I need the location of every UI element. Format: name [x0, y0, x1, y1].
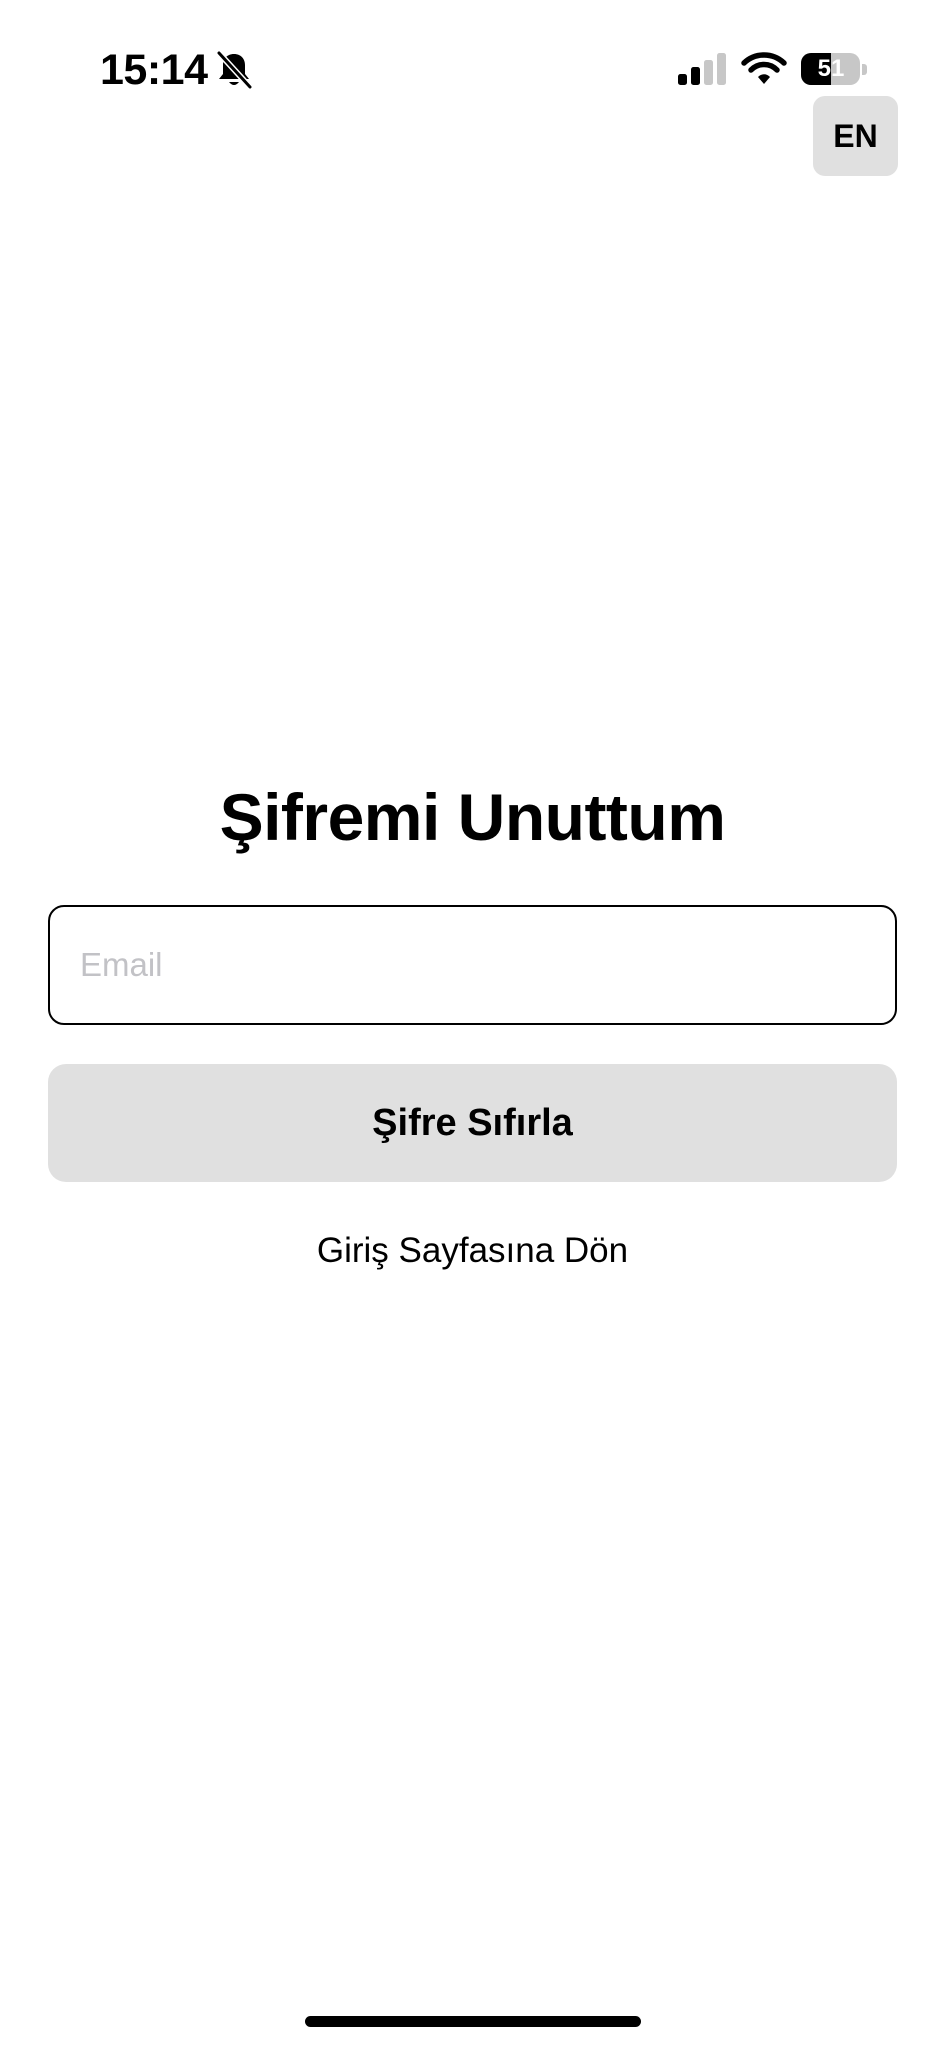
- home-indicator[interactable]: [305, 2016, 641, 2027]
- status-right: 51: [677, 52, 867, 86]
- wifi-icon: [741, 52, 787, 84]
- battery-cap: [862, 63, 867, 75]
- back-to-login-link[interactable]: Giriş Sayfasına Dön: [0, 1226, 945, 1276]
- cellular-signal-icon: [678, 53, 726, 85]
- forgot-password-screen: 15:14 51 EN Şifremi Unuttum Email Şifre …: [0, 0, 945, 2048]
- status-left: 15:14: [100, 44, 254, 96]
- page-title: Şifremi Unuttum: [219, 780, 726, 854]
- status-time: 15:14: [100, 46, 208, 94]
- language-button[interactable]: EN: [813, 96, 898, 176]
- bell-slash-icon: [216, 50, 254, 90]
- battery-body: 51: [801, 53, 861, 85]
- battery-indicator: 51: [801, 52, 867, 86]
- reset-password-button[interactable]: Şifre Sıfırla: [48, 1064, 897, 1182]
- email-field[interactable]: [48, 905, 897, 1025]
- status-bar: 15:14 51: [0, 0, 945, 130]
- battery-level: 51: [817, 55, 845, 82]
